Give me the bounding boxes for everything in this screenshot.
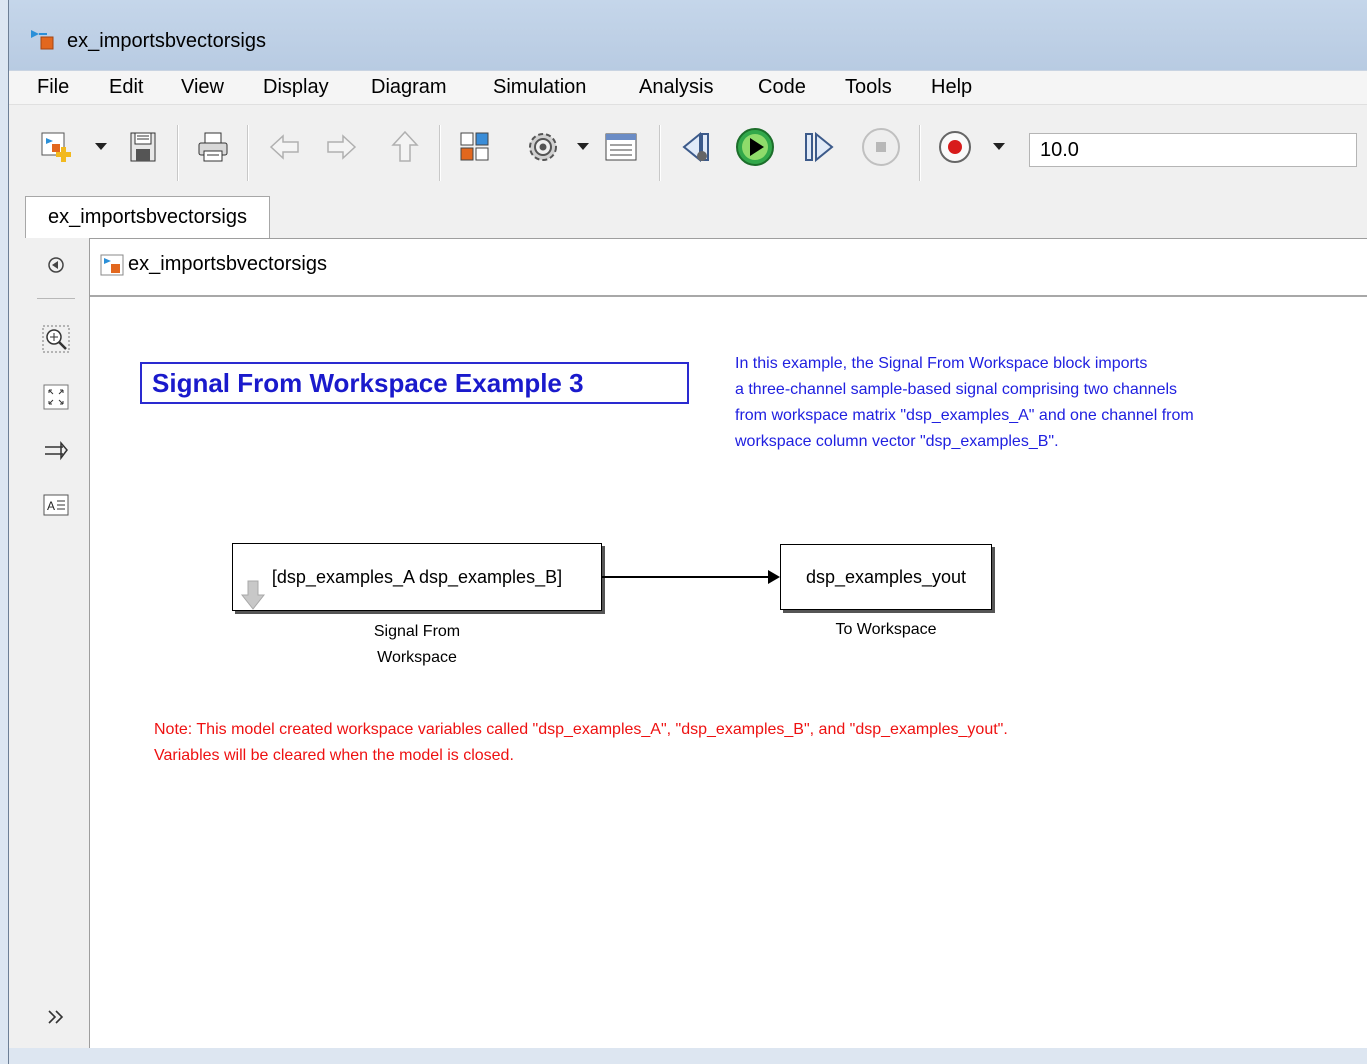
menu-code[interactable]: Code bbox=[744, 71, 820, 105]
step-forward-button[interactable] bbox=[799, 127, 839, 167]
new-model-icon bbox=[41, 132, 71, 162]
toolbar: 10.0 bbox=[9, 104, 1367, 195]
hide-browser-button[interactable] bbox=[41, 250, 71, 280]
record-dropdown-icon[interactable] bbox=[993, 143, 1005, 150]
diagram-title-annotation[interactable]: Signal From Workspace Example 3 bbox=[140, 362, 689, 404]
model-explorer-button[interactable] bbox=[601, 127, 641, 167]
arrow-route-button[interactable] bbox=[41, 436, 71, 466]
signal-from-workspace-block[interactable]: [dsp_examples_A dsp_examples_B] bbox=[232, 543, 602, 611]
tab-strip: ex_importsbvectorsigs bbox=[9, 194, 1367, 239]
down-arrow-icon bbox=[240, 580, 266, 610]
library-browser-button[interactable] bbox=[455, 127, 495, 167]
model-settings-icon bbox=[529, 133, 557, 161]
description-line: In this example, the Signal From Workspa… bbox=[735, 355, 1148, 372]
simulink-window: ex_importsbvectorsigs File Edit View Dis… bbox=[8, 0, 1367, 1064]
model-settings-dropdown-icon[interactable] bbox=[577, 143, 589, 150]
toolbar-separator bbox=[439, 125, 441, 181]
description-annotation[interactable]: In this example, the Signal From Workspa… bbox=[735, 351, 1335, 455]
expand-palette-button[interactable] bbox=[41, 1002, 71, 1032]
simulink-model-icon bbox=[100, 254, 124, 276]
to-workspace-block[interactable]: dsp_examples_yout bbox=[780, 544, 992, 610]
model-explorer-icon bbox=[605, 133, 637, 161]
expand-icon bbox=[48, 1010, 64, 1024]
toolbar-separator bbox=[177, 125, 179, 181]
note-line: Note: This model created workspace varia… bbox=[154, 721, 1008, 738]
model-settings-button[interactable] bbox=[523, 127, 563, 167]
menu-simulation[interactable]: Simulation bbox=[479, 71, 600, 105]
model-canvas[interactable]: ex_importsbvectorsigs Signal From Worksp… bbox=[89, 238, 1367, 1049]
description-line: workspace column vector "dsp_examples_B"… bbox=[735, 433, 1059, 450]
annotation-icon: A bbox=[43, 494, 69, 516]
toolbar-separator bbox=[659, 125, 661, 181]
stop-button[interactable] bbox=[861, 127, 901, 167]
menu-view[interactable]: View bbox=[167, 71, 238, 105]
signal-line[interactable] bbox=[602, 576, 777, 578]
menu-analysis[interactable]: Analysis bbox=[625, 71, 727, 105]
menu-bar: File Edit View Display Diagram Simulatio… bbox=[9, 70, 1367, 105]
toolbar-separator bbox=[247, 125, 249, 181]
block-label-line: Signal From bbox=[373, 623, 461, 640]
stop-time-field[interactable]: 10.0 bbox=[1029, 133, 1357, 167]
breadcrumb-model[interactable]: ex_importsbvectorsigs bbox=[128, 253, 327, 276]
print-button[interactable] bbox=[193, 127, 233, 167]
title-bar: ex_importsbvectorsigs bbox=[9, 0, 1367, 70]
record-button[interactable] bbox=[935, 127, 975, 167]
library-browser-icon bbox=[460, 132, 489, 161]
description-line: from workspace matrix "dsp_examples_A" a… bbox=[735, 407, 1194, 424]
forward-button[interactable] bbox=[321, 127, 361, 167]
signal-from-workspace-label: Signal From Workspace bbox=[302, 619, 532, 671]
menu-help[interactable]: Help bbox=[917, 71, 986, 105]
fit-to-view-button[interactable] bbox=[41, 382, 71, 412]
back-button[interactable] bbox=[265, 127, 305, 167]
address-bar: ex_importsbvectorsigs bbox=[90, 239, 1367, 297]
signal-arrowhead bbox=[768, 570, 780, 584]
step-back-icon bbox=[682, 131, 709, 163]
zoom-button[interactable] bbox=[41, 324, 71, 354]
fit-to-view-icon bbox=[43, 384, 69, 410]
note-annotation[interactable]: Note: This model created workspace varia… bbox=[154, 717, 1304, 769]
toolbar-separator bbox=[919, 125, 921, 181]
annotation-button[interactable]: A bbox=[41, 490, 71, 520]
hide-browser-icon bbox=[48, 257, 64, 273]
up-icon bbox=[391, 130, 419, 162]
run-button[interactable] bbox=[735, 127, 775, 167]
stop-icon bbox=[862, 128, 900, 166]
forward-icon bbox=[327, 134, 357, 160]
new-model-dropdown-icon[interactable] bbox=[95, 143, 107, 150]
menu-display[interactable]: Display bbox=[249, 71, 343, 105]
to-workspace-label: To Workspace bbox=[780, 617, 992, 643]
save-icon bbox=[130, 132, 156, 162]
zoom-icon bbox=[42, 325, 70, 353]
block-label-line: Workspace bbox=[377, 649, 457, 666]
back-icon bbox=[269, 134, 299, 160]
description-line: a three-channel sample-based signal comp… bbox=[735, 381, 1178, 398]
window-title: ex_importsbvectorsigs bbox=[67, 30, 266, 52]
record-icon bbox=[939, 131, 971, 163]
up-button[interactable] bbox=[385, 127, 425, 167]
menu-diagram[interactable]: Diagram bbox=[357, 71, 461, 105]
tab-model[interactable]: ex_importsbvectorsigs bbox=[25, 196, 270, 238]
block-label-line: To Workspace bbox=[835, 621, 937, 638]
step-back-button[interactable] bbox=[677, 127, 717, 167]
left-palette: A bbox=[9, 238, 89, 1048]
block-parameter-text: [dsp_examples_A dsp_examples_B] bbox=[271, 566, 563, 587]
status-bar bbox=[9, 1048, 1367, 1064]
new-model-button[interactable] bbox=[37, 127, 77, 167]
note-line: Variables will be cleared when the model… bbox=[154, 747, 514, 764]
menu-file[interactable]: File bbox=[23, 71, 83, 105]
print-icon bbox=[198, 132, 228, 162]
menu-edit[interactable]: Edit bbox=[95, 71, 157, 105]
arrow-route-icon bbox=[45, 440, 68, 461]
palette-separator bbox=[37, 298, 75, 299]
step-forward-icon bbox=[805, 131, 834, 163]
svg-text:A: A bbox=[47, 499, 55, 513]
run-icon bbox=[736, 128, 774, 166]
menu-tools[interactable]: Tools bbox=[831, 71, 906, 105]
save-button[interactable] bbox=[123, 127, 163, 167]
simulink-model-icon bbox=[31, 30, 54, 50]
block-parameter-text: dsp_examples_yout bbox=[805, 566, 967, 587]
